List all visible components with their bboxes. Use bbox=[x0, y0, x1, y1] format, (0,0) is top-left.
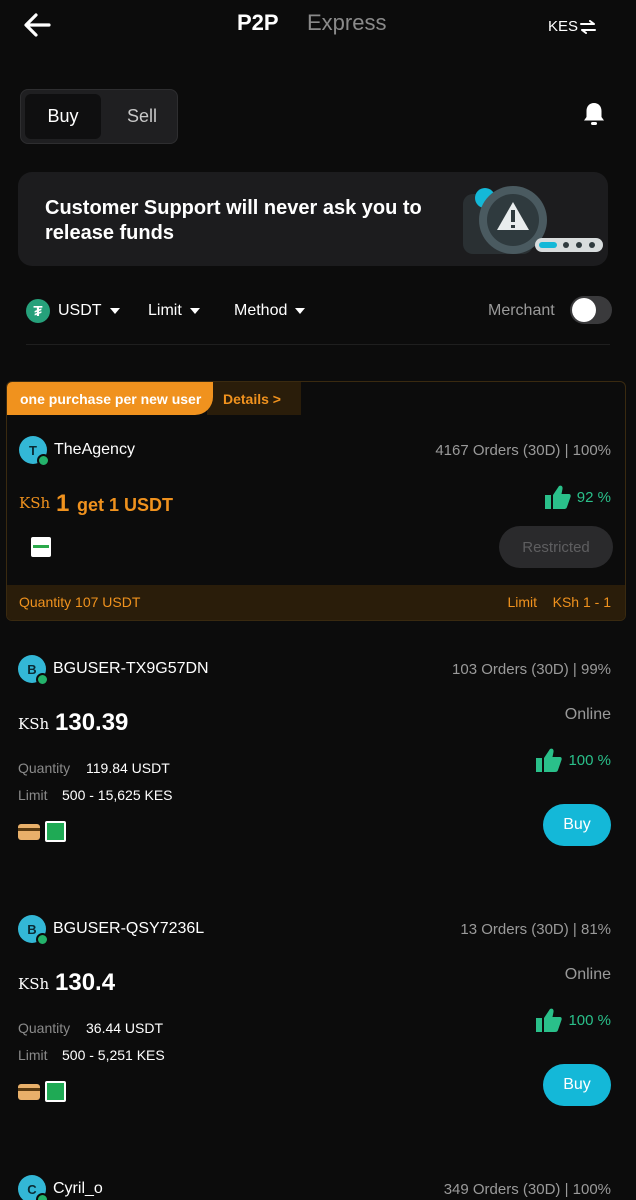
thumbs-up-icon bbox=[544, 485, 571, 509]
avatar-initial: B bbox=[27, 921, 37, 937]
listing-card[interactable]: B BGUSER-QSY7236L 13 Orders (30D) | 81% … bbox=[0, 900, 636, 1120]
method-filter[interactable]: Method bbox=[234, 296, 306, 326]
currency-symbol: KSh bbox=[19, 494, 51, 512]
filter-bar: ₮ USDT Limit Method Merchant bbox=[26, 296, 612, 326]
payment-method-icon bbox=[31, 537, 51, 557]
bank-card-icon bbox=[18, 824, 40, 840]
mpesa-icon bbox=[45, 1081, 66, 1102]
avatar-initial: B bbox=[27, 661, 37, 677]
rate-value: 100 % bbox=[568, 751, 611, 769]
promo-amount: 1 bbox=[56, 490, 70, 517]
quantity-label: Quantity bbox=[18, 1020, 71, 1036]
limit-value: 500 - 15,625 KES bbox=[62, 787, 173, 803]
buy-sell-toggle: Buy Sell bbox=[20, 89, 178, 144]
avatar-initial: T bbox=[29, 442, 37, 458]
limit-filter[interactable]: Limit bbox=[148, 296, 200, 326]
swap-icon bbox=[580, 19, 597, 34]
buy-button[interactable]: Buy bbox=[543, 1064, 611, 1106]
promo-offer: get 1 USDT bbox=[77, 495, 174, 515]
completion-rate: 100 % bbox=[536, 1008, 611, 1032]
quantity-value: 119.84 USDT bbox=[86, 760, 170, 776]
buy-button[interactable]: Buy bbox=[543, 804, 611, 846]
bank-card-icon bbox=[18, 1084, 40, 1100]
merchant-name[interactable]: BGUSER-TX9G57DN bbox=[53, 660, 209, 678]
dropdown-triangle-icon bbox=[189, 308, 200, 314]
merchant-orders: 349 Orders (30D) | 100% bbox=[443, 1181, 611, 1198]
sell-tab[interactable]: Sell bbox=[109, 94, 175, 139]
quantity-label: Quantity bbox=[18, 760, 71, 776]
online-dot-icon bbox=[36, 933, 49, 946]
promo-quantity: Quantity 107 USDT bbox=[19, 594, 141, 610]
promo-listing-card[interactable]: Details > one purchase per new user T Th… bbox=[6, 381, 626, 621]
avatar-initial: C bbox=[27, 1181, 37, 1197]
limit-label: Limit bbox=[18, 787, 48, 803]
currency-label: KES bbox=[548, 18, 579, 35]
buy-tab[interactable]: Buy bbox=[25, 94, 101, 139]
merchant-orders: 13 Orders (30D) | 81% bbox=[460, 921, 611, 938]
rate-value: 92 % bbox=[576, 488, 611, 506]
coin-filter-label: USDT bbox=[58, 302, 102, 319]
merchant-name[interactable]: TheAgency bbox=[54, 441, 135, 459]
completion-rate: 92 % bbox=[544, 485, 611, 509]
limit-filter-label: Limit bbox=[148, 302, 182, 319]
limit-label: Limit bbox=[18, 1047, 48, 1063]
listing-card[interactable]: B BGUSER-TX9G57DN 103 Orders (30D) | 99%… bbox=[0, 640, 636, 860]
promo-limit: Limit KSh 1 - 1 bbox=[508, 594, 612, 610]
coin-filter[interactable]: ₮ USDT bbox=[26, 296, 120, 326]
avatar[interactable]: B bbox=[18, 915, 49, 946]
currency-switcher[interactable]: KES bbox=[548, 18, 597, 35]
merchant-name[interactable]: Cyril_o bbox=[53, 1180, 103, 1198]
online-status: Online bbox=[564, 966, 611, 983]
online-dot-icon bbox=[37, 454, 50, 467]
support-banner: Customer Support will never ask you to r… bbox=[18, 172, 608, 266]
listing-card[interactable]: C Cyril_o 349 Orders (30D) | 100% bbox=[0, 1160, 636, 1200]
bell-icon[interactable] bbox=[580, 100, 608, 128]
tab-express[interactable]: Express bbox=[307, 10, 386, 36]
thumbs-up-icon bbox=[536, 1008, 563, 1032]
online-dot-icon bbox=[36, 673, 49, 686]
thumbs-up-icon bbox=[536, 748, 563, 772]
divider bbox=[26, 344, 610, 345]
merchant-toggle[interactable] bbox=[570, 296, 612, 324]
completion-rate: 100 % bbox=[536, 748, 611, 772]
promo-details-link[interactable]: Details > bbox=[207, 382, 301, 415]
merchant-name[interactable]: BGUSER-QSY7236L bbox=[53, 920, 204, 938]
promo-footer: Quantity 107 USDT Limit KSh 1 - 1 bbox=[7, 585, 625, 620]
avatar[interactable]: T bbox=[19, 436, 50, 467]
mpesa-icon bbox=[45, 821, 66, 842]
avatar[interactable]: B bbox=[18, 655, 49, 686]
limit-value: 500 - 5,251 KES bbox=[62, 1047, 165, 1063]
dropdown-triangle-icon bbox=[295, 308, 306, 314]
usdt-icon: ₮ bbox=[26, 299, 50, 323]
quantity-value: 36.44 USDT bbox=[86, 1020, 164, 1036]
merchant-orders: 103 Orders (30D) | 99% bbox=[452, 661, 611, 678]
merchant-orders: 4167 Orders (30D) | 100% bbox=[435, 442, 611, 459]
warning-illustration-icon bbox=[463, 186, 603, 254]
banner-text: Customer Support will never ask you to r… bbox=[45, 197, 422, 244]
dropdown-triangle-icon bbox=[109, 308, 120, 314]
avatar[interactable]: C bbox=[18, 1175, 49, 1200]
back-arrow-icon[interactable] bbox=[22, 10, 52, 40]
currency-symbol: KSh bbox=[18, 975, 50, 993]
online-status: Online bbox=[564, 706, 611, 723]
currency-symbol: KSh bbox=[18, 715, 50, 733]
promo-limit-value: KSh 1 - 1 bbox=[552, 594, 611, 610]
listing-price: 130.4 bbox=[55, 969, 116, 996]
restricted-button[interactable]: Restricted bbox=[499, 526, 613, 568]
method-filter-label: Method bbox=[234, 302, 288, 319]
toggle-knob bbox=[572, 298, 596, 322]
tab-p2p[interactable]: P2P bbox=[237, 10, 279, 36]
online-dot-icon bbox=[36, 1193, 49, 1200]
listing-price: 130.39 bbox=[55, 709, 129, 736]
merchant-label: Merchant bbox=[488, 302, 555, 319]
promo-limit-label: Limit bbox=[507, 594, 538, 610]
rate-value: 100 % bbox=[568, 1011, 611, 1029]
promo-tag: one purchase per new user bbox=[7, 382, 213, 415]
